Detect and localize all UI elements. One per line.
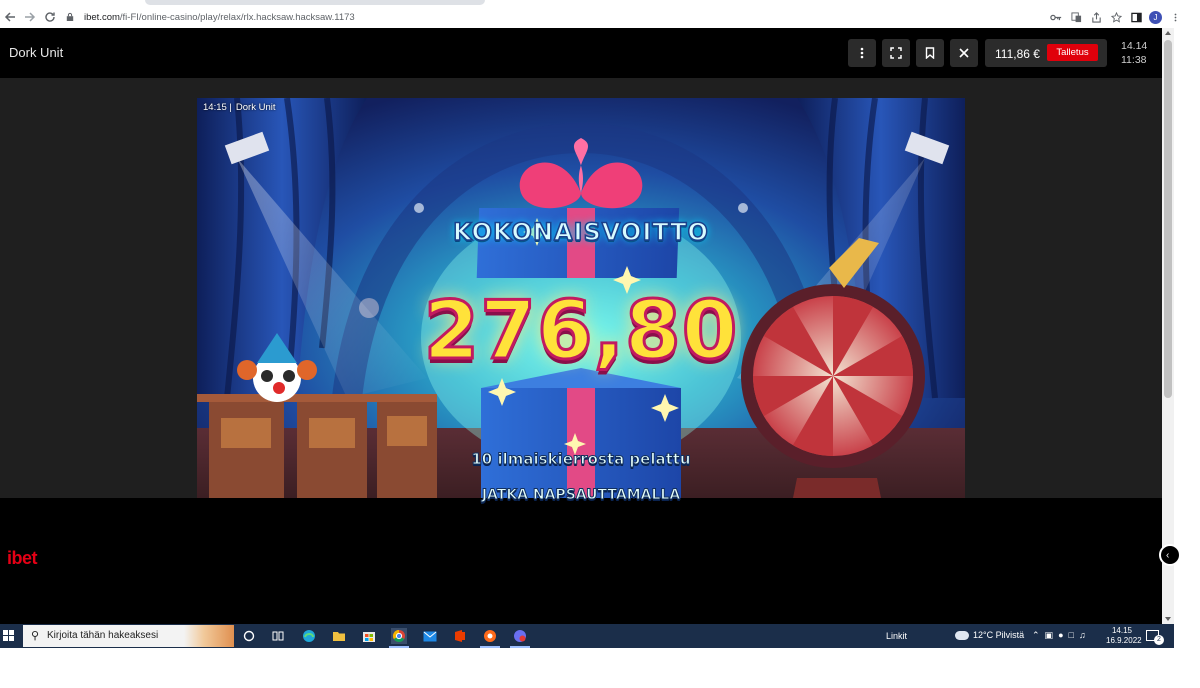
window-edge bbox=[1174, 28, 1200, 624]
bookmark-button[interactable] bbox=[916, 39, 944, 67]
total-win-amount: 276,80 bbox=[422, 283, 739, 379]
address-bar[interactable]: ibet.com/fi-FI/online-casino/play/relax/… bbox=[66, 7, 1041, 27]
free-spins-played-text: 10 ilmaiskierrosta pelattu bbox=[471, 450, 691, 469]
page-scrollbar[interactable] bbox=[1162, 28, 1174, 624]
notification-icon[interactable]: 2 bbox=[1146, 630, 1164, 645]
translate-icon[interactable] bbox=[1069, 10, 1083, 24]
file-explorer-icon[interactable] bbox=[331, 628, 347, 644]
back-icon[interactable] bbox=[0, 7, 20, 27]
search-highlight-image bbox=[184, 625, 234, 647]
clock-time: 14.14 bbox=[1121, 40, 1148, 52]
profile-avatar[interactable]: J bbox=[1149, 10, 1162, 24]
taskbar-clock[interactable]: 14.15 16.9.2022 bbox=[1106, 626, 1142, 646]
system-tray[interactable]: ⌃ ▣ ● □ ♫ bbox=[1032, 630, 1086, 641]
store-icon[interactable] bbox=[361, 628, 377, 644]
volume-icon[interactable]: ♫ bbox=[1079, 630, 1086, 641]
star-icon[interactable] bbox=[1109, 10, 1123, 24]
ibet-logo[interactable]: ibet bbox=[7, 548, 38, 569]
url-host: ibet.com bbox=[84, 11, 120, 23]
header-clock: 14.14 11:38 bbox=[1121, 39, 1147, 67]
notification-count: 2 bbox=[1154, 635, 1164, 645]
scroll-thumb[interactable] bbox=[1164, 40, 1172, 398]
game-time: 14:15 | bbox=[203, 102, 232, 113]
game-title: Dork Unit bbox=[9, 45, 64, 60]
antivirus-icon[interactable]: ● bbox=[1058, 630, 1063, 641]
game-title-small: Dork Unit bbox=[235, 102, 276, 113]
browser-toolbar: ibet.com/fi-FI/online-casino/play/relax/… bbox=[0, 6, 1200, 28]
click-to-continue-text[interactable]: JATKA NAPSAUTTAMALLA bbox=[197, 487, 965, 504]
active-tab-edge[interactable] bbox=[145, 0, 485, 5]
chrome-menu-icon[interactable] bbox=[1168, 10, 1182, 24]
casino-page: Dork Unit 111,86 € Talletus 14.14 11:38 bbox=[0, 28, 1162, 624]
lock-icon[interactable] bbox=[66, 12, 80, 22]
cortana-icon[interactable] bbox=[241, 628, 257, 644]
more-options-button[interactable] bbox=[848, 39, 876, 67]
fullscreen-button[interactable] bbox=[882, 39, 910, 67]
chevron-up-icon[interactable]: ⌃ bbox=[1032, 630, 1040, 641]
total-win-title: KOKONAISVOITTO bbox=[452, 217, 709, 247]
session-time: 11:38 bbox=[1121, 54, 1147, 66]
windows-start-icon[interactable] bbox=[3, 630, 15, 642]
links-toolbar[interactable]: Linkit bbox=[886, 631, 907, 641]
close-game-button[interactable] bbox=[950, 39, 978, 67]
kebab-menu-icon bbox=[860, 47, 864, 59]
scroll-down-icon[interactable] bbox=[1165, 617, 1171, 621]
balance-panel: 111,86 € Talletus bbox=[985, 39, 1107, 67]
share-icon[interactable] bbox=[1089, 10, 1103, 24]
side-toggle-button[interactable]: ‹ bbox=[1159, 544, 1181, 566]
game-clock: 14:15 | Dork Unit bbox=[203, 102, 275, 113]
site-footer: ibet bbox=[0, 498, 1162, 624]
edge-icon[interactable] bbox=[301, 628, 317, 644]
side-panel-icon[interactable] bbox=[1129, 10, 1143, 24]
meet-now-icon[interactable]: ▣ bbox=[1045, 630, 1054, 641]
url-text[interactable]: ibet.com/fi-FI/online-casino/play/relax/… bbox=[84, 12, 355, 23]
game-header: Dork Unit 111,86 € Talletus 14.14 11:38 bbox=[0, 28, 1162, 78]
weather-widget[interactable]: 12°C Pilvistä bbox=[955, 630, 1024, 640]
balance-amount: 111,86 € bbox=[995, 47, 1040, 61]
key-icon[interactable] bbox=[1049, 10, 1063, 24]
bookmark-icon bbox=[925, 47, 935, 59]
game-canvas[interactable]: 14:15 | Dork Unit KOKONAISVOITTO 276,80 1… bbox=[197, 98, 965, 538]
scroll-up-icon[interactable] bbox=[1165, 31, 1171, 35]
search-placeholder: Kirjoita tähän hakeaksesi bbox=[47, 630, 159, 641]
weather-text: 12°C Pilvistä bbox=[973, 630, 1025, 640]
reload-icon[interactable] bbox=[40, 7, 60, 27]
office-icon[interactable] bbox=[452, 628, 468, 644]
fullscreen-icon bbox=[890, 47, 902, 59]
cloud-icon bbox=[955, 630, 969, 640]
network-icon[interactable]: □ bbox=[1069, 630, 1074, 641]
windows-taskbar: ⚲ Kirjoita tähän hakeaksesi Linkit 12°C … bbox=[0, 624, 1174, 648]
chevron-left-icon: ‹ bbox=[1166, 550, 1170, 561]
chrome-icon[interactable] bbox=[389, 628, 409, 648]
game-app-icon[interactable] bbox=[480, 628, 500, 648]
taskbar-search-box[interactable]: ⚲ Kirjoita tähän hakeaksesi bbox=[23, 625, 234, 647]
mail-icon[interactable] bbox=[422, 628, 438, 644]
chat-app-icon[interactable] bbox=[510, 628, 530, 648]
taskbar-time: 14.15 bbox=[1111, 626, 1133, 635]
search-icon: ⚲ bbox=[31, 630, 40, 642]
forward-icon[interactable] bbox=[20, 7, 40, 27]
deposit-button[interactable]: Talletus bbox=[1047, 44, 1098, 61]
task-view-icon[interactable] bbox=[270, 628, 286, 644]
url-path: /fi-FI/online-casino/play/relax/rlx.hack… bbox=[119, 11, 355, 23]
close-icon bbox=[959, 48, 969, 58]
taskbar-date: 16.9.2022 bbox=[1106, 636, 1142, 645]
